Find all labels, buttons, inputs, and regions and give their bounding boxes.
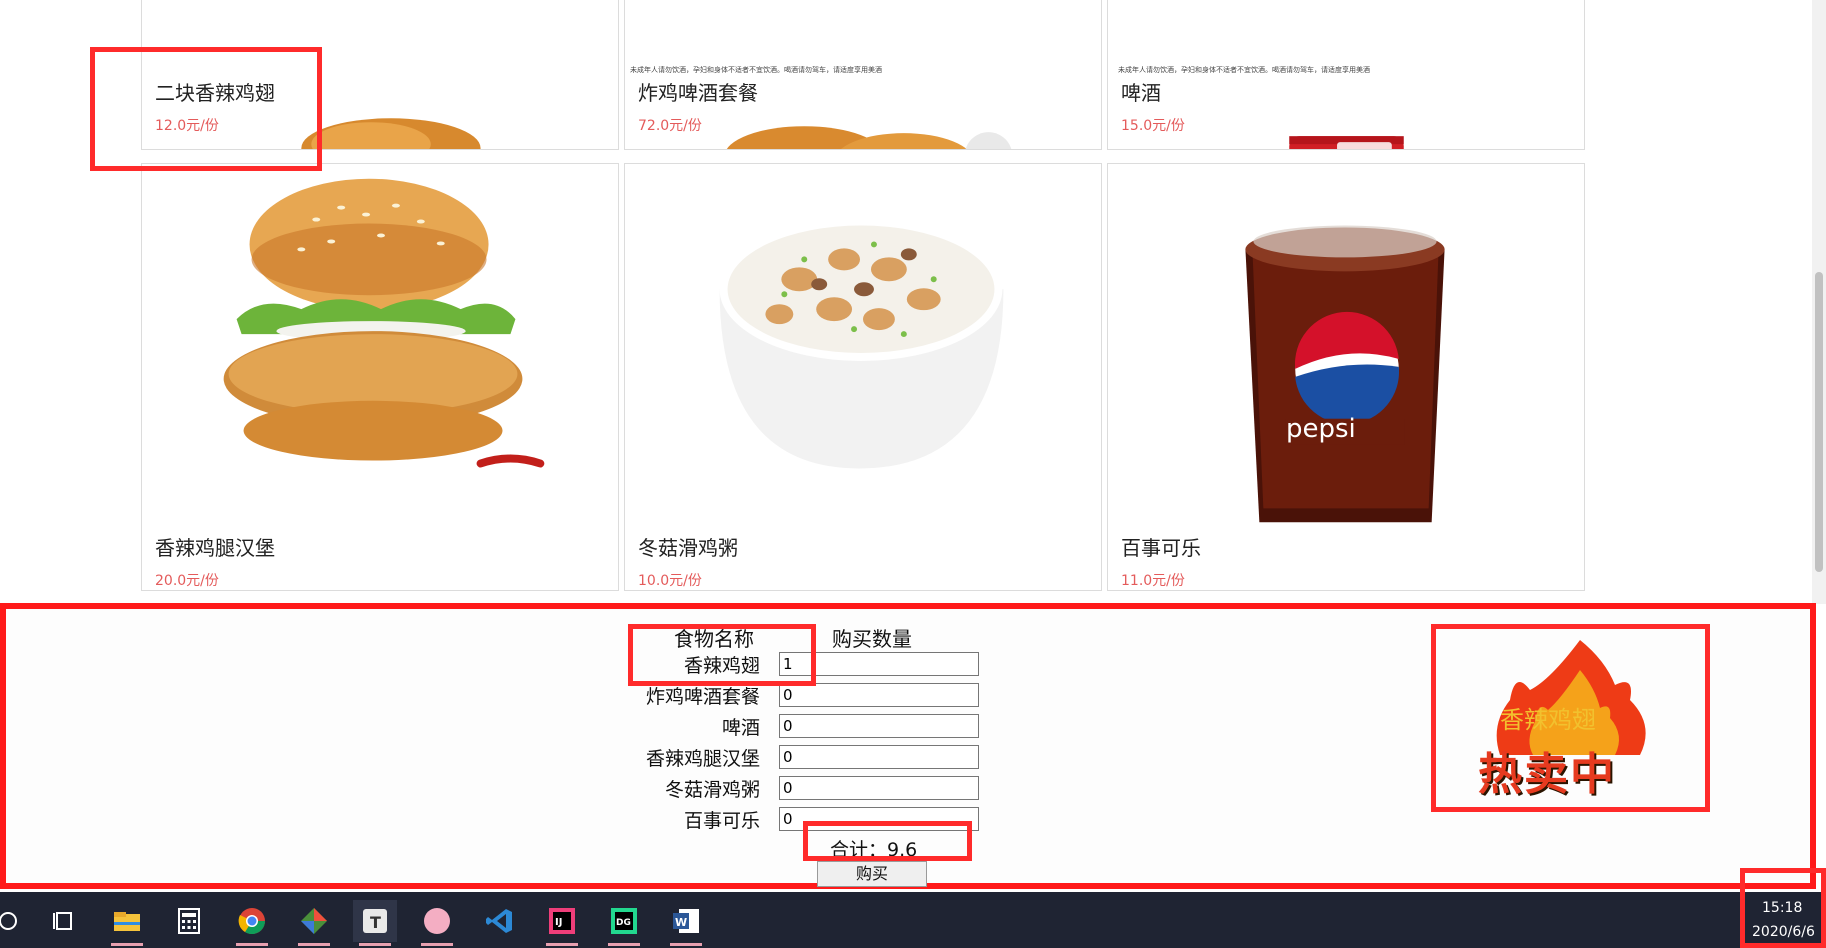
menu-card[interactable]: 未成年人请勿饮酒，孕妇和身体不适者不宜饮酒。喝酒请勿驾车，请适度享用美酒 啤酒 … xyxy=(1107,0,1585,150)
order-row-label: 冬菇滑鸡粥 xyxy=(664,779,760,801)
menu-card[interactable]: 二块香辣鸡翅 12.0元/份 xyxy=(141,0,619,150)
menu-card[interactable]: 冬菇滑鸡粥 10.0元/份 xyxy=(624,163,1102,591)
header-food-name: 食物名称 xyxy=(674,627,754,651)
order-row-label: 啤酒 xyxy=(721,717,760,739)
menu-card[interactable]: pepsi 百事可乐 11.0元/份 xyxy=(1107,163,1585,591)
promo-hot-label: 热卖中 xyxy=(1478,749,1616,800)
intellij-icon[interactable]: IJ xyxy=(540,900,584,946)
header-quantity: 购买数量 xyxy=(832,627,912,651)
pepsi-logo-text: pepsi xyxy=(1286,414,1356,444)
order-row-label: 百事可乐 xyxy=(683,810,760,832)
alcohol-warning: 未成年人请勿饮酒，孕妇和身体不适者不宜饮酒。喝酒请勿驾车，请适度享用美酒 xyxy=(1118,66,1370,74)
git-icon[interactable] xyxy=(292,900,336,946)
food-price: 10.0元/份 xyxy=(638,573,702,589)
typora-icon[interactable]: T xyxy=(353,900,397,946)
order-row-label: 香辣鸡腿汉堡 xyxy=(645,748,760,770)
menu-card[interactable]: 未成年人请勿饮酒，孕妇和身体不适者不宜饮酒。喝酒请勿驾车，请适度享用美酒 炸鸡啤… xyxy=(624,0,1102,150)
alcohol-warning: 未成年人请勿饮酒，孕妇和身体不适者不宜饮酒。喝酒请勿驾车，请适度享用美酒 xyxy=(630,66,882,74)
food-image xyxy=(719,217,1004,469)
food-name: 啤酒 xyxy=(1121,81,1161,105)
promo-item-name: 香辣鸡翅 xyxy=(1500,706,1596,734)
word-icon[interactable]: W xyxy=(664,900,708,946)
food-name: 炸鸡啤酒套餐 xyxy=(638,81,758,105)
order-row-label: 炸鸡啤酒套餐 xyxy=(645,686,760,708)
datagrip-icon[interactable]: DG xyxy=(602,900,646,946)
quantity-input[interactable] xyxy=(779,807,979,831)
taskbar-date[interactable]: 2020/6/6 xyxy=(1752,924,1815,940)
food-price: 72.0元/份 xyxy=(638,118,702,134)
food-price: 12.0元/份 xyxy=(155,118,219,134)
food-name: 二块香辣鸡翅 xyxy=(155,81,275,105)
food-name: 百事可乐 xyxy=(1121,536,1201,560)
menu-page: 二块香辣鸡翅 12.0元/份 未成年人请勿饮酒，孕妇和身体不适者不宜饮酒。喝酒请… xyxy=(0,0,1826,604)
svg-text:IJ: IJ xyxy=(555,917,562,928)
search-icon[interactable] xyxy=(0,900,30,942)
quantity-input[interactable] xyxy=(779,776,979,800)
svg-text:DG: DG xyxy=(616,918,631,928)
food-image xyxy=(223,178,545,468)
quantity-input[interactable] xyxy=(779,745,979,769)
food-name: 冬菇滑鸡粥 xyxy=(638,536,738,560)
order-row-label: 香辣鸡翅 xyxy=(683,655,760,677)
task-view-icon[interactable] xyxy=(42,900,86,942)
app-circle-icon[interactable] xyxy=(415,900,459,946)
quantity-input[interactable] xyxy=(779,714,979,738)
svg-text:T: T xyxy=(370,913,381,932)
food-price: 20.0元/份 xyxy=(155,573,219,589)
calculator-icon[interactable] xyxy=(167,900,211,942)
taskbar-time[interactable]: 15:18 xyxy=(1762,900,1802,916)
food-image xyxy=(1245,225,1445,523)
chrome-icon[interactable] xyxy=(230,900,274,946)
food-price: 15.0元/份 xyxy=(1121,118,1185,134)
food-name: 香辣鸡腿汉堡 xyxy=(155,536,275,560)
buy-button[interactable]: 购买 xyxy=(817,861,927,887)
menu-card[interactable]: 香辣鸡腿汉堡 20.0元/份 xyxy=(141,163,619,591)
scrollbar-thumb[interactable] xyxy=(1815,272,1823,572)
vscode-icon[interactable] xyxy=(477,900,521,942)
food-price: 11.0元/份 xyxy=(1121,573,1185,589)
quantity-input[interactable] xyxy=(779,652,979,676)
page-scrollbar[interactable] xyxy=(1812,0,1826,604)
quantity-input[interactable] xyxy=(779,683,979,707)
svg-text:W: W xyxy=(675,916,687,929)
file-explorer-icon[interactable] xyxy=(105,900,149,946)
order-total: 合计：9.6 xyxy=(830,839,918,861)
